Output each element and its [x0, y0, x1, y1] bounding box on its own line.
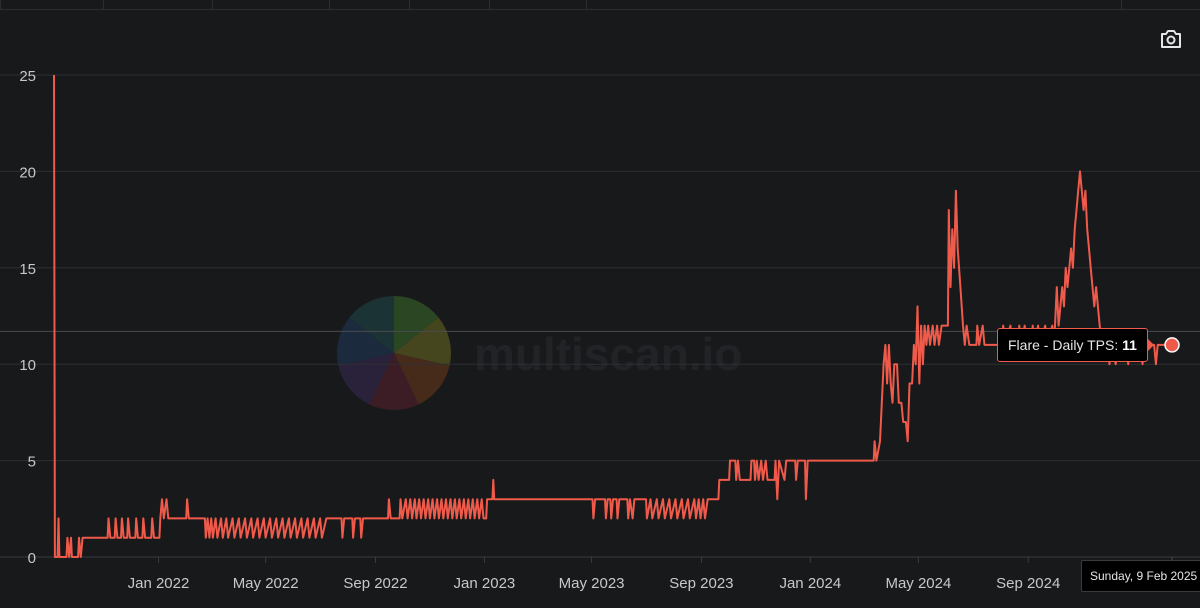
- crosshair-date-label: Sunday, 9 Feb 2025: [1081, 560, 1200, 592]
- y-tick-label: 5: [28, 454, 36, 471]
- tps-line-chart: multiscan.io 0 5 10 15 20 25 Jan 2022 May 2022…: [0, 68, 1200, 592]
- y-tick-label: 0: [28, 550, 36, 567]
- x-axis-tick-labels: Jan 2022 May 2022 Sep 2022 Jan 2023 May 2023…: [128, 575, 1061, 592]
- x-tick-label: Sep 2023: [669, 575, 733, 592]
- x-tick-label: May 2023: [559, 575, 625, 592]
- x-tick-label: Jan 2024: [779, 575, 841, 592]
- camera-icon[interactable]: [1160, 29, 1184, 51]
- tooltip-series-label: Flare - Daily TPS:: [1008, 337, 1119, 353]
- y-tick-label: 10: [19, 357, 36, 374]
- y-axis-tick-labels: 0 5 10 15 20 25: [19, 68, 36, 567]
- watermark-logo: multiscan.io: [337, 296, 742, 410]
- hover-point-marker: [1164, 337, 1180, 353]
- x-tick-label: Sep 2024: [996, 575, 1060, 592]
- tooltip-value: 11: [1122, 337, 1137, 353]
- x-tick-label: May 2024: [885, 575, 951, 592]
- tooltip-arrow: [1146, 338, 1154, 352]
- y-tick-label: 25: [19, 68, 36, 85]
- y-tick-label: 15: [19, 261, 36, 278]
- grid-lines: [0, 74, 1200, 563]
- hover-tooltip: Flare - Daily TPS: 11: [997, 328, 1154, 362]
- x-tick-label: Sep 2022: [343, 575, 407, 592]
- watermark-text: multiscan.io: [474, 328, 742, 380]
- x-tick-label: Jan 2022: [128, 575, 190, 592]
- x-tick-label: Jan 2023: [454, 575, 516, 592]
- series-line-flare-daily-tps: [53, 74, 1172, 558]
- y-tick-label: 20: [19, 164, 36, 181]
- x-tick-label: May 2022: [233, 575, 299, 592]
